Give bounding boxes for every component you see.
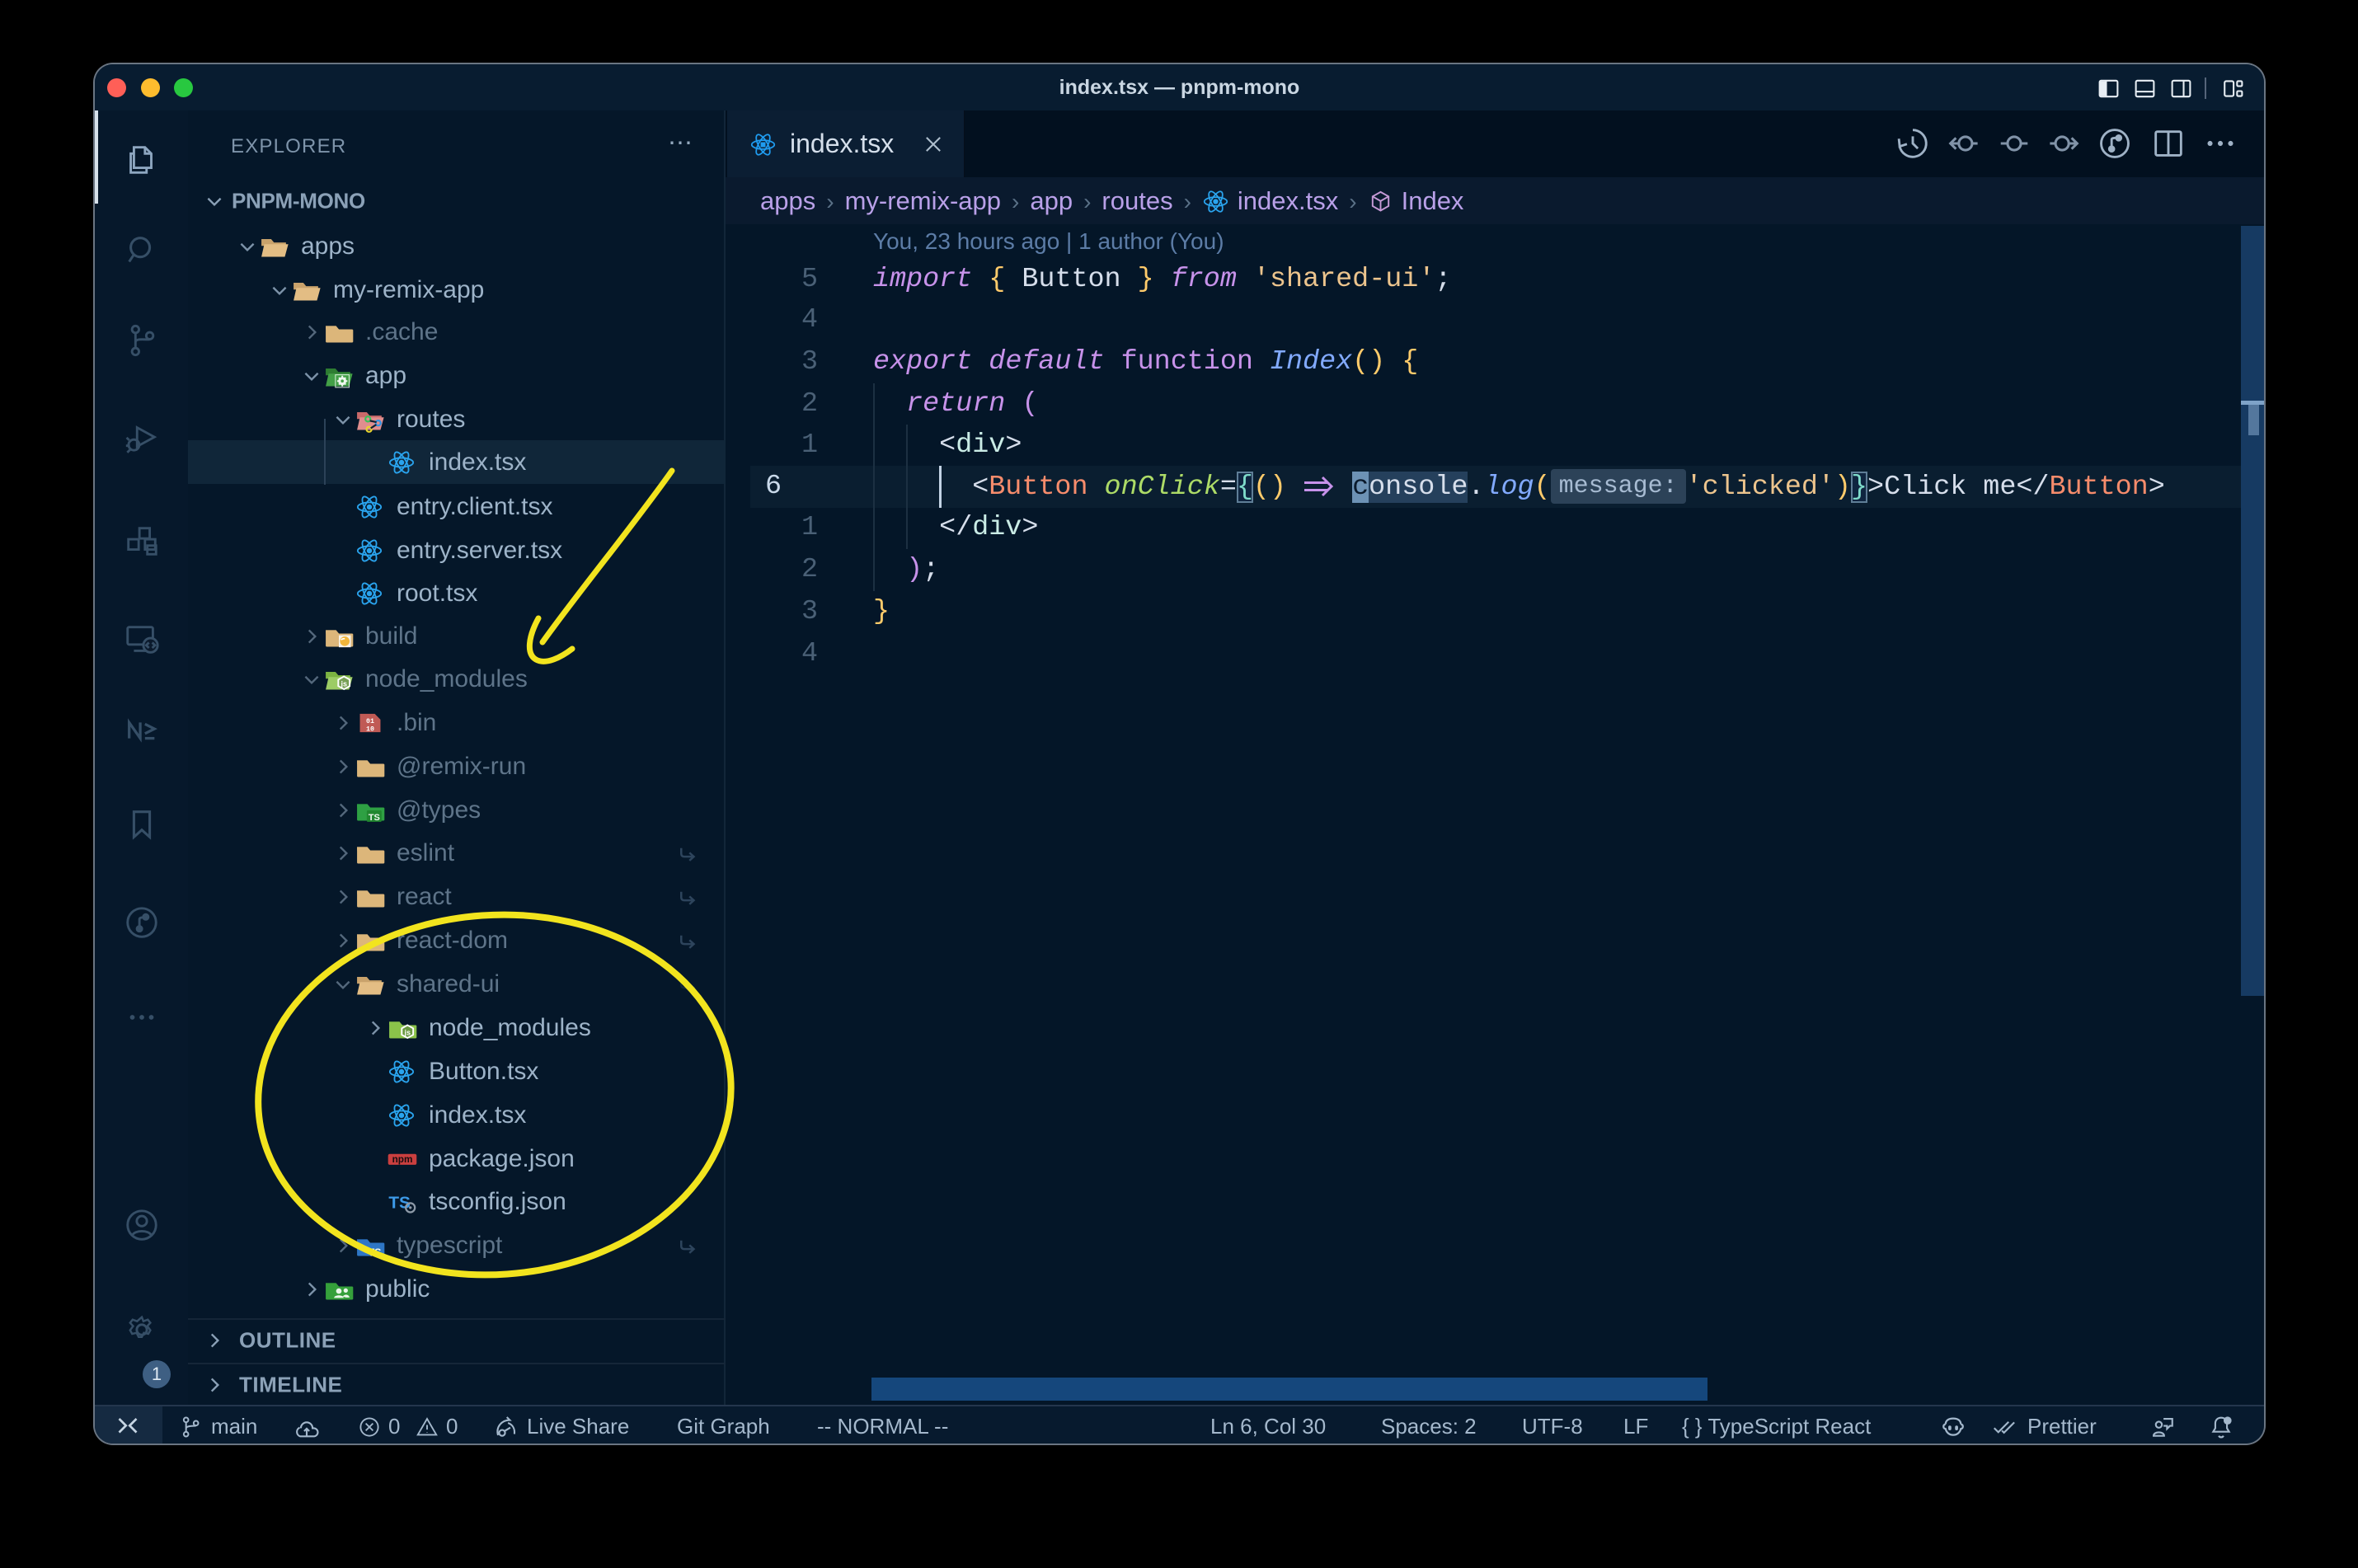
- svg-text:10: 10: [366, 725, 374, 733]
- svg-text:TS: TS: [369, 1246, 382, 1258]
- svg-text:TS: TS: [369, 812, 380, 822]
- svg-text:TS: TS: [388, 1193, 411, 1212]
- svg-text:js: js: [340, 679, 347, 688]
- svg-text:js: js: [403, 1028, 411, 1036]
- svg-text:01: 01: [366, 718, 374, 725]
- svg-text:npm: npm: [392, 1154, 413, 1165]
